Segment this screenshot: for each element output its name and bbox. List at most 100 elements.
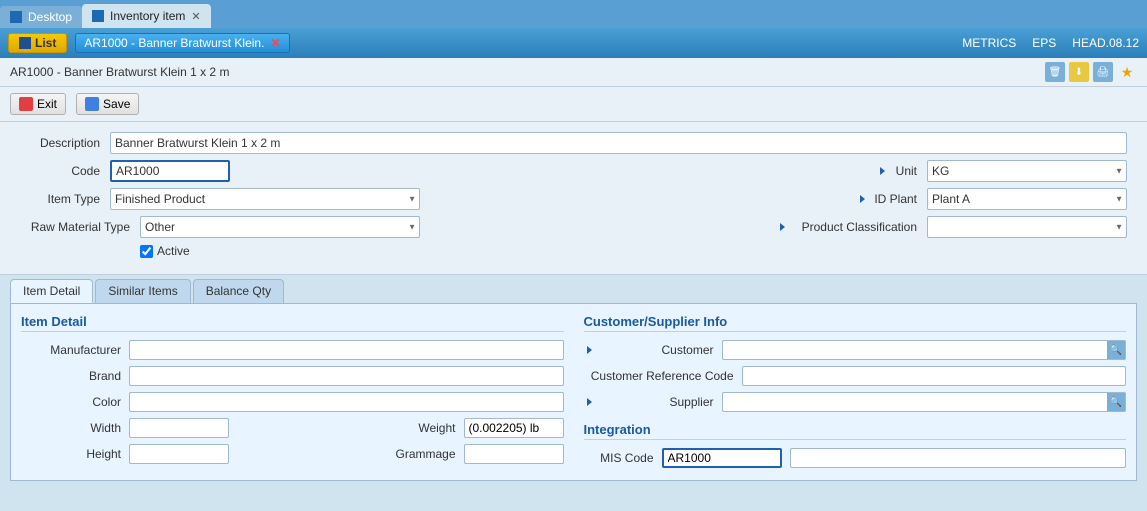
save-label: Save — [103, 97, 130, 111]
tab-item-detail[interactable]: Item Detail — [10, 279, 93, 303]
code-input[interactable] — [110, 160, 230, 182]
customer-row: Customer 🔍 — [584, 340, 1127, 360]
raw-material-type-label: Raw Material Type — [20, 220, 130, 234]
tab-balance-qty[interactable]: Balance Qty — [193, 279, 284, 303]
list-button[interactable]: List — [8, 33, 67, 53]
integration-section: Integration MIS Code — [584, 422, 1127, 468]
record-close-icon[interactable]: ✕ — [270, 36, 280, 50]
height-input[interactable] — [129, 444, 229, 464]
head-label: HEAD.08.12 — [1072, 36, 1139, 50]
unit-label: Unit — [887, 164, 917, 178]
brand-label: Brand — [21, 369, 121, 383]
active-label: Active — [157, 244, 190, 258]
record-label: AR1000 - Banner Bratwurst Klein. — [84, 36, 264, 50]
manufacturer-input[interactable] — [129, 340, 564, 360]
color-input[interactable] — [129, 392, 564, 412]
eps-label[interactable]: EPS — [1032, 36, 1056, 50]
weight-input[interactable] — [464, 418, 564, 438]
exit-icon — [19, 97, 33, 111]
description-row: Description — [20, 132, 1127, 154]
customer-ref-code-input[interactable] — [742, 366, 1127, 386]
record-tag: AR1000 - Banner Bratwurst Klein. ✕ — [75, 33, 289, 53]
print-icon[interactable]: 🖨 — [1093, 62, 1113, 82]
item-type-select[interactable]: Finished Product — [110, 188, 420, 210]
customer-supplier-panel: Customer/Supplier Info Customer 🔍 Custom… — [584, 314, 1127, 470]
top-toolbar: List AR1000 - Banner Bratwurst Klein. ✕ … — [0, 28, 1147, 58]
breadcrumb: AR1000 - Banner Bratwurst Klein 1 x 2 m … — [0, 58, 1147, 87]
active-checkbox-label[interactable]: Active — [140, 244, 190, 258]
product-classification-triangle-icon — [780, 223, 785, 231]
tab-close-icon[interactable]: ✕ — [191, 10, 200, 23]
supplier-label: Supplier — [594, 395, 714, 409]
customer-input[interactable] — [723, 341, 783, 359]
supplier-name-input[interactable] — [783, 393, 1108, 411]
unit-select-wrapper: KG — [927, 160, 1127, 182]
brand-input[interactable] — [129, 366, 564, 386]
item-detail-panel: Item Detail Manufacturer Brand Color Wid… — [21, 314, 564, 470]
id-plant-select[interactable]: Plant A — [927, 188, 1127, 210]
item-detail-title: Item Detail — [21, 314, 564, 332]
weight-label: Weight — [396, 421, 456, 435]
metrics-label[interactable]: METRICS — [962, 36, 1016, 50]
action-bar: Exit Save — [0, 87, 1147, 122]
description-input[interactable] — [110, 132, 1127, 154]
manufacturer-label: Manufacturer — [21, 343, 121, 357]
form-area: Description Code Unit KG Item Type Finis… — [0, 122, 1147, 275]
supplier-input[interactable] — [723, 393, 783, 411]
active-row: Active — [140, 244, 1127, 258]
main-tabs: Item Detail Similar Items Balance Qty — [0, 275, 1147, 303]
brand-row: Brand — [21, 366, 564, 386]
width-weight-row: Width Weight — [21, 418, 564, 438]
customer-field-group: Customer — [584, 343, 714, 357]
breadcrumb-text: AR1000 - Banner Bratwurst Klein 1 x 2 m — [10, 65, 229, 79]
item-type-label: Item Type — [20, 192, 100, 206]
unit-select[interactable]: KG — [927, 160, 1127, 182]
tab-inventory[interactable]: Inventory item ✕ — [82, 4, 211, 28]
customer-name-input[interactable] — [783, 341, 1108, 359]
tab-desktop[interactable]: Desktop — [0, 6, 82, 28]
customer-search-wrap: 🔍 — [722, 340, 1127, 360]
exit-button[interactable]: Exit — [10, 93, 66, 115]
supplier-triangle-icon — [587, 398, 592, 406]
customer-search-button[interactable]: 🔍 — [1107, 341, 1125, 359]
raw-material-type-select[interactable]: Other — [140, 216, 420, 238]
inventory-icon — [92, 10, 104, 22]
tab-bar: Desktop Inventory item ✕ — [0, 0, 1147, 28]
save-icon — [85, 97, 99, 111]
customer-ref-code-row: Customer Reference Code — [584, 366, 1127, 386]
customer-ref-code-label: Customer Reference Code — [584, 369, 734, 383]
supplier-search-button[interactable]: 🔍 — [1107, 393, 1125, 411]
tab-similar-items-label: Similar Items — [108, 284, 177, 298]
manufacturer-row: Manufacturer — [21, 340, 564, 360]
save-button[interactable]: Save — [76, 93, 139, 115]
desktop-icon — [10, 11, 22, 23]
raw-material-select-wrapper: Other — [140, 216, 420, 238]
download-icon[interactable]: ⬇ — [1069, 62, 1089, 82]
product-classification-label: Product Classification — [787, 220, 917, 234]
tab-similar-items[interactable]: Similar Items — [95, 279, 190, 303]
grammage-input[interactable] — [464, 444, 564, 464]
trash-icon[interactable]: 🗑 — [1045, 62, 1065, 82]
item-type-select-wrapper: Finished Product — [110, 188, 420, 210]
mis-code-input[interactable] — [662, 448, 782, 468]
active-checkbox[interactable] — [140, 245, 153, 258]
star-icon[interactable]: ★ — [1117, 62, 1137, 82]
supplier-field-group: Supplier — [584, 395, 714, 409]
tab-item-detail-label: Item Detail — [23, 284, 80, 298]
unit-triangle-icon — [880, 167, 885, 175]
id-plant-select-wrapper: Plant A — [927, 188, 1127, 210]
exit-label: Exit — [37, 97, 57, 111]
tab-balance-qty-label: Balance Qty — [206, 284, 271, 298]
width-label: Width — [21, 421, 121, 435]
customer-label: Customer — [594, 343, 714, 357]
code-unit-row: Code Unit KG — [20, 160, 1127, 182]
description-label: Description — [20, 136, 100, 150]
mis-code-ext-input[interactable] — [790, 448, 1127, 468]
product-classification-select[interactable] — [927, 216, 1127, 238]
content-area: Item Detail Manufacturer Brand Color Wid… — [10, 303, 1137, 481]
width-input[interactable] — [129, 418, 229, 438]
product-classification-select-wrapper — [927, 216, 1127, 238]
customer-supplier-title: Customer/Supplier Info — [584, 314, 1127, 332]
grammage-label: Grammage — [396, 447, 456, 461]
color-label: Color — [21, 395, 121, 409]
